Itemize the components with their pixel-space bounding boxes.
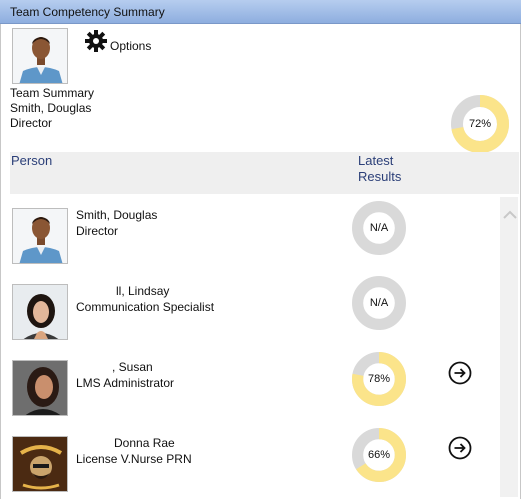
scroll-up-button[interactable] <box>503 207 517 225</box>
person-result-donut: 78% <box>351 351 407 407</box>
person-name: ll, Lindsay <box>116 284 170 298</box>
person-result-donut: 66% <box>351 427 407 483</box>
person-role: LMS Administrator <box>76 376 175 390</box>
person-result-text: 78% <box>367 373 391 385</box>
options-label[interactable]: Options <box>110 39 151 53</box>
person-role: License V.Nurse PRN <box>76 452 192 466</box>
panel-border-left <box>0 24 1 499</box>
column-header-latest-label: Latest <box>358 153 394 168</box>
list-item[interactable]: Donna Rae License V.Nurse PRN <box>76 435 192 467</box>
view-details-button[interactable] <box>448 361 472 390</box>
person-result-text: 66% <box>367 449 391 461</box>
summary-name: Smith, Douglas <box>10 101 92 115</box>
list-item[interactable]: Smith, Douglas Director <box>76 207 157 239</box>
person-avatar <box>12 284 68 340</box>
table-header <box>10 152 519 194</box>
column-header-latest-results: Latest Results <box>358 153 401 185</box>
gear-icon <box>85 30 107 52</box>
person-name: , Susan <box>112 360 153 374</box>
column-header-results-label: Results <box>358 169 402 184</box>
summary-avatar <box>12 28 68 84</box>
person-result-donut: N/A <box>351 200 407 256</box>
person-result-text: N/A <box>369 222 389 234</box>
chevron-up-icon <box>503 210 517 219</box>
person-role: Director <box>76 224 119 238</box>
person-result-text: N/A <box>369 297 389 309</box>
arrow-right-circle-icon <box>448 361 472 385</box>
person-avatar <box>12 436 68 492</box>
summary-result-text: 72% <box>468 118 492 130</box>
person-result-donut: N/A <box>351 275 407 331</box>
window-title: Team Competency Summary <box>10 5 165 19</box>
person-avatar <box>12 208 68 264</box>
person-name: Smith, Douglas <box>76 208 158 222</box>
vertical-scrollbar[interactable] <box>500 197 518 497</box>
list-item[interactable]: ll, Lindsay Communication Specialist <box>76 283 214 315</box>
summary-label: Team Summary <box>10 86 95 100</box>
person-name: Donna Rae <box>114 436 175 450</box>
person-avatar <box>12 360 68 416</box>
view-details-button[interactable] <box>448 436 472 465</box>
list-item[interactable]: , Susan LMS Administrator <box>76 359 174 391</box>
options-button[interactable] <box>85 30 107 57</box>
arrow-right-circle-icon <box>448 436 472 460</box>
summary-info: Team Summary Smith, Douglas Director <box>10 86 94 131</box>
person-role: Communication Specialist <box>76 300 215 314</box>
window-titlebar: Team Competency Summary <box>0 0 521 24</box>
summary-role: Director <box>10 116 53 130</box>
summary-result-donut: 72% <box>450 94 510 154</box>
column-header-person: Person <box>11 153 53 168</box>
